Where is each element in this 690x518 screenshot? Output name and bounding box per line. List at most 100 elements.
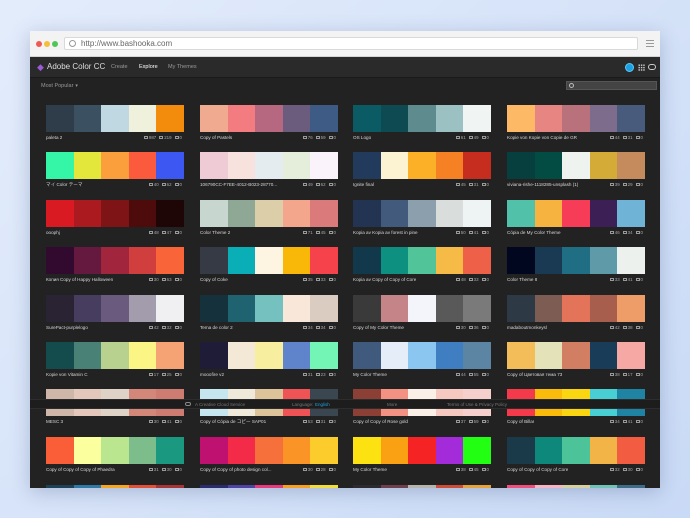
- theme-likes[interactable]: 34: [315, 325, 326, 330]
- color-swatch[interactable]: [380, 200, 409, 227]
- color-swatch[interactable]: [380, 247, 409, 274]
- color-swatch[interactable]: [408, 247, 436, 274]
- theme-comments[interactable]: 0: [174, 372, 182, 377]
- theme-likes[interactable]: 17: [622, 372, 633, 377]
- theme-likes[interactable]: 59: [315, 135, 326, 140]
- theme-comments[interactable]: 0: [174, 419, 182, 424]
- theme-card[interactable]: [200, 485, 338, 488]
- color-swatch[interactable]: [562, 485, 590, 488]
- color-swatch[interactable]: [200, 295, 228, 322]
- color-swatch[interactable]: [128, 200, 157, 227]
- color-swatch[interactable]: [73, 437, 102, 464]
- color-swatch[interactable]: [507, 105, 535, 132]
- theme-likes[interactable]: 23: [315, 372, 326, 377]
- theme-name[interactable]: Cópia de My Color Theme: [507, 230, 561, 235]
- color-swatch[interactable]: [534, 200, 563, 227]
- color-swatch[interactable]: [435, 485, 464, 488]
- theme-swatches[interactable]: [353, 295, 491, 322]
- theme-card[interactable]: Copy of Copy of Copy of Core 32 30 0: [507, 437, 645, 472]
- theme-likes[interactable]: 31: [468, 182, 479, 187]
- color-swatch[interactable]: [463, 485, 491, 488]
- color-swatch[interactable]: [156, 105, 184, 132]
- theme-comments[interactable]: 0: [328, 467, 336, 472]
- color-swatch[interactable]: [562, 437, 590, 464]
- theme-comments[interactable]: 0: [328, 135, 336, 140]
- theme-name[interactable]: Copy of Cópia de コピー SAP01: [200, 419, 266, 425]
- theme-likes[interactable]: 34: [622, 230, 633, 235]
- color-swatch[interactable]: [617, 200, 645, 227]
- color-swatch[interactable]: [156, 200, 184, 227]
- color-swatch[interactable]: [310, 485, 338, 488]
- color-swatch[interactable]: [408, 105, 436, 132]
- theme-swatches[interactable]: [353, 342, 491, 369]
- color-swatch[interactable]: [534, 247, 563, 274]
- color-swatch[interactable]: [282, 200, 311, 227]
- color-swatch[interactable]: [408, 200, 436, 227]
- theme-card[interactable]: My Color Theme 44 55 0: [353, 342, 491, 377]
- theme-likes[interactable]: 41: [468, 230, 479, 235]
- color-swatch[interactable]: [380, 295, 409, 322]
- color-swatch[interactable]: [128, 295, 157, 322]
- theme-comments[interactable]: 0: [328, 325, 336, 330]
- footer-creative-cloud[interactable]: A Creative Cloud Service: [195, 402, 245, 407]
- theme-name[interactable]: My Color Theme: [353, 467, 387, 472]
- color-swatch[interactable]: [73, 295, 102, 322]
- color-swatch[interactable]: [310, 437, 338, 464]
- color-swatch[interactable]: [200, 437, 228, 464]
- theme-comments[interactable]: 0: [174, 135, 182, 140]
- color-swatch[interactable]: [255, 295, 283, 322]
- color-swatch[interactable]: [310, 200, 338, 227]
- theme-swatches[interactable]: [353, 152, 491, 179]
- theme-name[interactable]: mooofire v2: [200, 372, 224, 377]
- theme-card[interactable]: My Color Theme 38 45 0: [353, 437, 491, 472]
- footer-language-select[interactable]: English: [315, 402, 330, 407]
- address-bar[interactable]: http://www.bashooka.com: [64, 37, 638, 50]
- theme-comments[interactable]: 0: [635, 372, 643, 377]
- theme-likes[interactable]: 41: [161, 419, 172, 424]
- color-swatch[interactable]: [617, 247, 645, 274]
- color-swatch[interactable]: [380, 342, 409, 369]
- theme-name[interactable]: Copy of Цветовая тема 73: [507, 372, 562, 377]
- theme-comments[interactable]: 0: [635, 182, 643, 187]
- color-swatch[interactable]: [353, 342, 381, 369]
- theme-swatches[interactable]: [46, 485, 184, 488]
- color-swatch[interactable]: [46, 200, 74, 227]
- theme-comments[interactable]: 0: [481, 182, 489, 187]
- theme-card[interactable]: [353, 485, 491, 488]
- color-swatch[interactable]: [562, 200, 590, 227]
- color-swatch[interactable]: [282, 105, 311, 132]
- theme-name[interactable]: Copy of Copy of photo design col...: [200, 467, 272, 472]
- color-swatch[interactable]: [227, 485, 256, 488]
- color-swatch[interactable]: [353, 485, 381, 488]
- theme-name[interactable]: Kopie von Kopie von Copie de GR: [507, 135, 577, 140]
- theme-name[interactable]: Kopia av Copy of Copy of Core: [353, 277, 416, 282]
- theme-card[interactable]: Copy of Pastels 76 59 0: [200, 105, 338, 140]
- theme-swatches[interactable]: [46, 152, 184, 179]
- theme-comments[interactable]: 0: [328, 419, 336, 424]
- nav-my-themes[interactable]: My Themes: [168, 64, 197, 70]
- color-swatch[interactable]: [128, 437, 157, 464]
- theme-likes[interactable]: 45: [468, 467, 479, 472]
- color-swatch[interactable]: [617, 485, 645, 488]
- color-swatch[interactable]: [463, 247, 491, 274]
- theme-swatches[interactable]: [200, 105, 338, 132]
- theme-name[interactable]: Copy of Copy of Rose gold: [353, 419, 408, 424]
- theme-comments[interactable]: 0: [328, 277, 336, 282]
- theme-swatches[interactable]: [46, 295, 184, 322]
- apps-grid-icon[interactable]: [638, 64, 645, 71]
- theme-swatches[interactable]: [507, 105, 645, 132]
- color-swatch[interactable]: [255, 437, 283, 464]
- color-swatch[interactable]: [589, 485, 618, 488]
- color-swatch[interactable]: [156, 295, 184, 322]
- nav-create[interactable]: Create: [111, 64, 128, 70]
- theme-swatches[interactable]: [200, 247, 338, 274]
- theme-comments[interactable]: 0: [328, 230, 336, 235]
- theme-name[interactable]: madaboutmonkeysl: [507, 325, 547, 330]
- theme-comments[interactable]: 0: [328, 182, 336, 187]
- color-swatch[interactable]: [353, 200, 381, 227]
- color-swatch[interactable]: [534, 295, 563, 322]
- theme-comments[interactable]: 0: [635, 230, 643, 235]
- theme-swatches[interactable]: [46, 342, 184, 369]
- theme-card[interactable]: ooophj 48 47 0: [46, 200, 184, 235]
- color-swatch[interactable]: [255, 485, 283, 488]
